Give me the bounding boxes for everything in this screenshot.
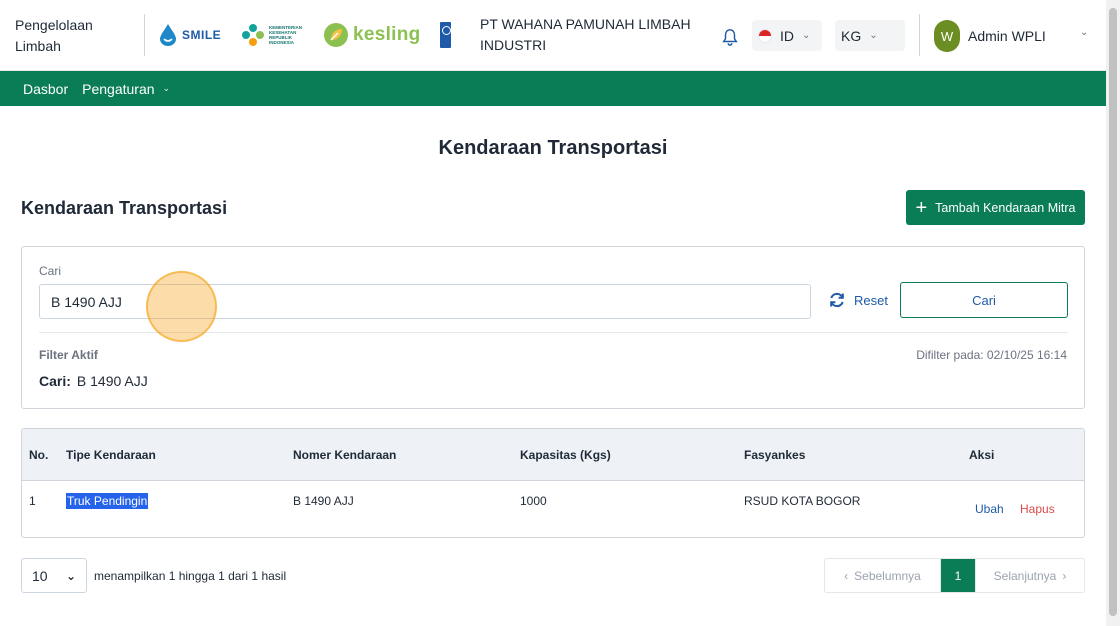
search-button[interactable]: Cari [900,282,1068,318]
reset-label: Reset [854,292,888,308]
nav-item-label: Dasbor [23,80,69,97]
previous-label: Sebelumnya [854,568,921,583]
column-header-no: No. [29,448,49,462]
chevron-down-icon[interactable]: ⌄ [1080,27,1088,38]
cell-vehicle-number: B 1490 AJJ [293,494,354,508]
page-size-select[interactable]: 10 ⌄ [21,558,87,593]
indonesia-flag-icon [758,28,772,43]
edit-link[interactable]: Ubah [975,502,1004,516]
plus-icon: + [915,196,928,219]
column-header-facility: Fasyankes [744,448,806,462]
add-partner-vehicle-button[interactable]: + Tambah Kendaraan Mitra [906,190,1085,225]
pagination: ‹ Sebelumnya 1 Selanjutnya › [824,558,1085,593]
top-header: Pengelolaan Limbah SMILE KEMENTERIAN KES… [0,0,1106,71]
column-header-capacity: Kapasitas (Kgs) [520,448,611,462]
chevron-down-icon: ⌄ [802,30,811,41]
chevron-down-icon: ⌄ [162,83,171,93]
page-number-button[interactable]: 1 [941,559,975,592]
header-divider [144,14,145,56]
page-size-value: 10 [32,567,48,584]
user-name: Admin WPLI [968,28,1046,44]
cell-no: 1 [29,494,36,508]
active-filter-chip: Cari: B 1490 AJJ [39,373,148,389]
table-header: No. Tipe Kendaraan Nomer Kendaraan Kapas… [22,429,1084,481]
reset-button[interactable]: Reset [828,291,888,309]
nav-item-dasbor[interactable]: Dasbor [23,81,68,97]
chevron-left-icon: ‹ [844,568,849,583]
active-filter-label: Filter Aktif [39,348,98,362]
active-filter-key: Cari: [39,373,71,389]
vehicles-table: No. Tipe Kendaraan Nomer Kendaraan Kapas… [21,428,1085,538]
kesling-logo: kesling [323,22,421,48]
cell-vehicle-type: Truk Pendingin [66,493,149,509]
chevron-down-icon: ⌄ [65,569,76,583]
kesling-logo-text: kesling [353,24,421,45]
app-name: Pengelolaan Limbah [15,17,93,54]
column-header-vehicle-number: Nomer Kendaraan [293,448,397,462]
chevron-right-icon: › [1062,568,1067,583]
delete-link[interactable]: Hapus [1020,502,1055,516]
nav-item-label: Pengaturan [82,80,155,97]
search-label: Cari [39,264,62,278]
organization-name: PT WAHANA PAMUNAH LIMBAH INDUSTRI [480,16,691,53]
page-title: Kendaraan Transportasi [438,137,668,159]
click-indicator [146,271,217,342]
kemkes-emblem-icon [242,24,264,46]
notification-bell-icon[interactable] [721,28,739,46]
chevron-down-icon: ⌄ [869,30,878,41]
cell-facility: RSUD KOTA BOGOR [744,494,861,508]
selected-text: Truk Pendingin [66,493,149,509]
user-menu[interactable]: W Admin WPLI [934,20,1046,52]
page-scrollbar[interactable] [1106,0,1120,626]
next-page-button[interactable]: Selanjutnya › [975,559,1084,592]
smile-logo-text: SMILE [182,28,222,42]
results-summary: menampilkan 1 hingga 1 dari 1 hasil [94,569,287,583]
kemkes-logo-text: KEMENTERIAN KESEHATAN REPUBLIK INDONESIA [269,25,303,45]
scrollbar-thumb[interactable] [1109,8,1117,616]
language-select[interactable]: ID ⌄ [752,20,822,51]
cell-capacity: 1000 [520,494,547,508]
filtered-at-timestamp: Difilter pada: 02/10/25 16:14 [916,348,1067,362]
unit-value: KG [841,27,862,44]
next-label: Selanjutnya [993,568,1057,583]
column-header-actions: Aksi [969,448,995,462]
active-filter-value: B 1490 AJJ [76,373,148,389]
smile-logo: SMILE [158,23,221,47]
undp-logo [440,22,451,48]
add-button-label: Tambah Kendaraan Mitra [935,200,1076,215]
avatar: W [934,20,960,52]
section-title: Kendaraan Transportasi [21,198,228,218]
main-navigation: Dasbor Pengaturan ⌄ [0,71,1106,106]
column-header-vehicle-type: Tipe Kendaraan [66,448,156,462]
unit-select[interactable]: KG ⌄ [835,20,905,51]
refresh-icon [830,292,844,308]
language-value: ID [780,27,794,44]
kesling-leaf-icon [324,23,348,47]
kemkes-logo: KEMENTERIAN KESEHATAN REPUBLIK INDONESIA [241,23,309,47]
nav-item-pengaturan[interactable]: Pengaturan ⌄ [82,81,170,97]
header-divider [919,14,920,56]
previous-page-button[interactable]: ‹ Sebelumnya [825,559,941,592]
water-drop-icon [160,24,176,46]
